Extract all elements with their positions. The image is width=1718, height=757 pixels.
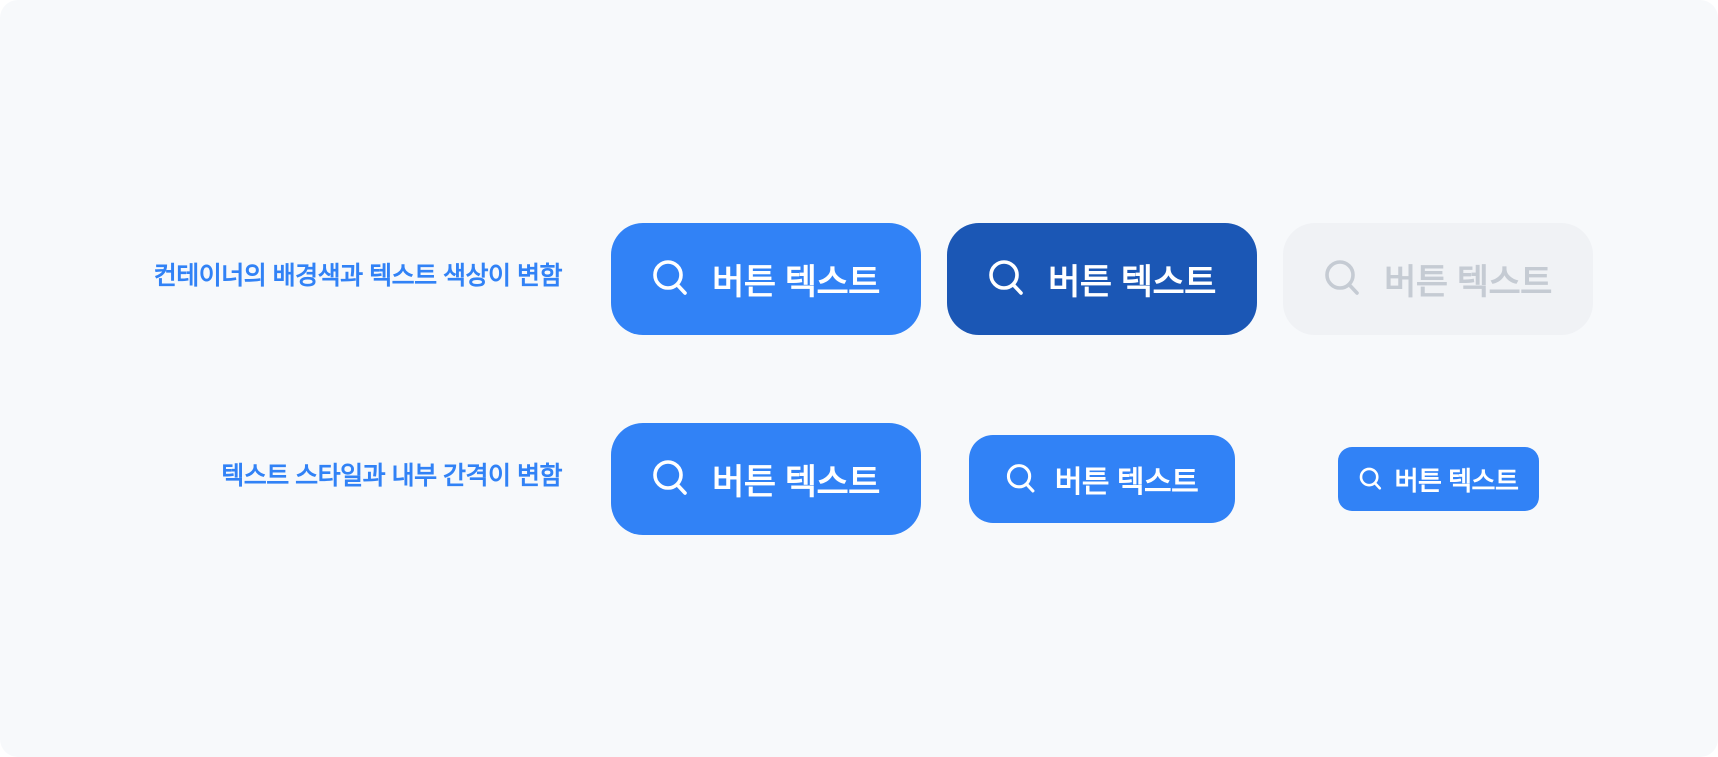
row-label-style-change: 텍스트 스타일과 내부 간격이 변함 — [221, 462, 562, 490]
search-icon — [1359, 467, 1383, 492]
button-label: 버튼 텍스트 — [712, 462, 880, 502]
button-label: 버튼 텍스트 — [1384, 262, 1552, 302]
button-label: 버튼 텍스트 — [1394, 465, 1519, 496]
search-icon — [652, 259, 690, 299]
button-small[interactable]: 버튼 텍스트 — [1338, 447, 1539, 511]
button-pressed[interactable]: 버튼 텍스트 — [947, 223, 1257, 335]
button-large[interactable]: 버튼 텍스트 — [611, 423, 921, 535]
button-label: 버튼 텍스트 — [712, 262, 880, 302]
button-label: 버튼 텍스트 — [1054, 466, 1199, 499]
search-icon — [652, 459, 690, 499]
canvas: 컨테이너의 배경색과 텍스트 색상이 변함 버튼 텍스트 버튼 텍스트 버튼 텍… — [0, 0, 1718, 757]
button-medium[interactable]: 버튼 텍스트 — [969, 435, 1235, 523]
search-icon — [1006, 463, 1037, 496]
row-label-color-change: 컨테이너의 배경색과 텍스트 색상이 변함 — [153, 262, 563, 290]
button-default[interactable]: 버튼 텍스트 — [611, 223, 921, 335]
search-icon — [1324, 259, 1362, 299]
button-label: 버튼 텍스트 — [1048, 262, 1216, 302]
button-disabled[interactable]: 버튼 텍스트 — [1283, 223, 1593, 335]
search-icon — [988, 259, 1026, 299]
